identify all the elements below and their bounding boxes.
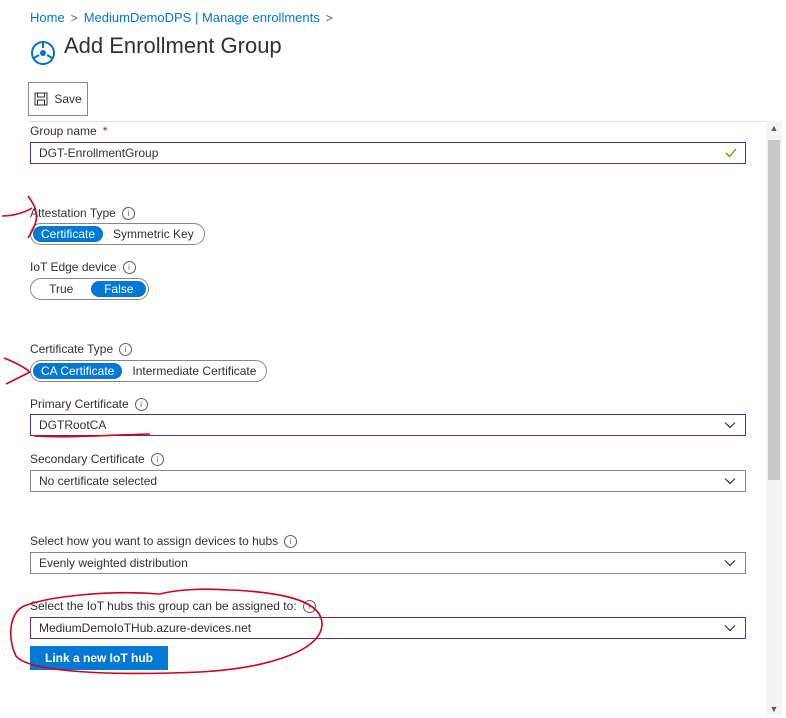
check-icon: [725, 148, 737, 158]
attestation-type-label: Attestation Type i: [30, 206, 135, 220]
iot-edge-device-toggle: True False: [30, 278, 149, 300]
group-name-value: DGT-EnrollmentGroup: [39, 146, 159, 160]
breadcrumb-parent[interactable]: MediumDemoDPS | Manage enrollments: [84, 10, 320, 25]
primary-certificate-label: Primary Certificate i: [30, 397, 148, 411]
assign-policy-select[interactable]: Evenly weighted distribution: [30, 552, 746, 574]
info-icon[interactable]: i: [119, 342, 133, 356]
certificate-type-toggle: CA Certificate Intermediate Certificate: [30, 360, 268, 382]
chevron-down-icon: [724, 625, 736, 632]
chevron-right-icon: >: [325, 10, 333, 25]
info-icon[interactable]: i: [122, 260, 136, 274]
toolbar-divider: [28, 121, 766, 122]
certificate-option-ca[interactable]: CA Certificate: [33, 363, 123, 379]
iot-hubs-label-text: Select the IoT hubs this group can be as…: [30, 599, 297, 613]
link-new-iot-hub-button[interactable]: Link a new IoT hub: [30, 646, 168, 670]
secondary-certificate-label-text: Secondary Certificate: [30, 452, 145, 466]
annotation-mark-certificate-type: [5, 371, 31, 385]
dps-service-icon: [31, 41, 55, 65]
save-button[interactable]: Save: [28, 82, 88, 116]
iot-edge-option-false[interactable]: False: [91, 281, 146, 297]
iot-hubs-select[interactable]: MediumDemoIoTHub.azure-devices.net: [30, 617, 746, 639]
info-icon[interactable]: i: [121, 206, 135, 220]
primary-certificate-value: DGTRootCA: [39, 418, 107, 432]
assign-policy-label: Select how you want to assign devices to…: [30, 534, 298, 548]
secondary-certificate-label: Secondary Certificate i: [30, 452, 164, 466]
primary-certificate-label-text: Primary Certificate: [30, 397, 129, 411]
group-name-label-text: Group name: [30, 124, 97, 138]
attestation-option-symmetric-key[interactable]: Symmetric Key: [105, 226, 202, 242]
breadcrumb-home[interactable]: Home: [30, 10, 65, 25]
iot-hubs-label: Select the IoT hubs this group can be as…: [30, 599, 316, 613]
info-icon[interactable]: i: [284, 534, 298, 548]
chevron-down-icon: [724, 422, 736, 429]
iot-edge-device-label: IoT Edge device i: [30, 260, 136, 274]
iot-edge-device-label-text: IoT Edge device: [30, 260, 117, 274]
info-icon[interactable]: i: [134, 397, 148, 411]
attestation-option-certificate[interactable]: Certificate: [33, 226, 104, 242]
chevron-right-icon: >: [70, 10, 78, 25]
certificate-type-label-text: Certificate Type: [30, 342, 114, 356]
info-icon[interactable]: i: [302, 599, 316, 613]
certificate-option-intermediate[interactable]: Intermediate Certificate: [124, 363, 264, 379]
secondary-certificate-select[interactable]: No certificate selected: [30, 470, 746, 492]
chevron-down-icon: [724, 560, 736, 567]
required-mark: *: [102, 124, 108, 138]
group-name-label: Group name *: [30, 124, 107, 138]
secondary-certificate-value: No certificate selected: [39, 474, 158, 488]
iot-hubs-value: MediumDemoIoTHub.azure-devices.net: [39, 621, 252, 635]
annotation-mark-certificate-type: [3, 357, 31, 373]
attestation-type-label-text: Attestation Type: [30, 206, 116, 220]
page-title: Add Enrollment Group: [64, 33, 282, 58]
annotation-mark-attestation: [1, 207, 33, 217]
primary-certificate-select[interactable]: DGTRootCA: [30, 414, 746, 436]
info-icon[interactable]: i: [150, 452, 164, 466]
assign-policy-label-text: Select how you want to assign devices to…: [30, 534, 279, 548]
certificate-type-label: Certificate Type i: [30, 342, 133, 356]
save-label: Save: [54, 92, 82, 106]
scrollbar-thumb[interactable]: [768, 140, 780, 480]
attestation-type-toggle: Certificate Symmetric Key: [30, 223, 205, 245]
scroll-down-arrow[interactable]: ▼: [766, 702, 782, 716]
assign-policy-value: Evenly weighted distribution: [39, 556, 188, 570]
iot-edge-option-true[interactable]: True: [33, 281, 89, 297]
breadcrumb: Home > MediumDemoDPS | Manage enrollment…: [30, 10, 333, 25]
group-name-input[interactable]: DGT-EnrollmentGroup: [30, 142, 746, 164]
scroll-up-arrow[interactable]: ▲: [766, 121, 782, 135]
save-icon: [34, 92, 48, 106]
chevron-down-icon: [724, 478, 736, 485]
